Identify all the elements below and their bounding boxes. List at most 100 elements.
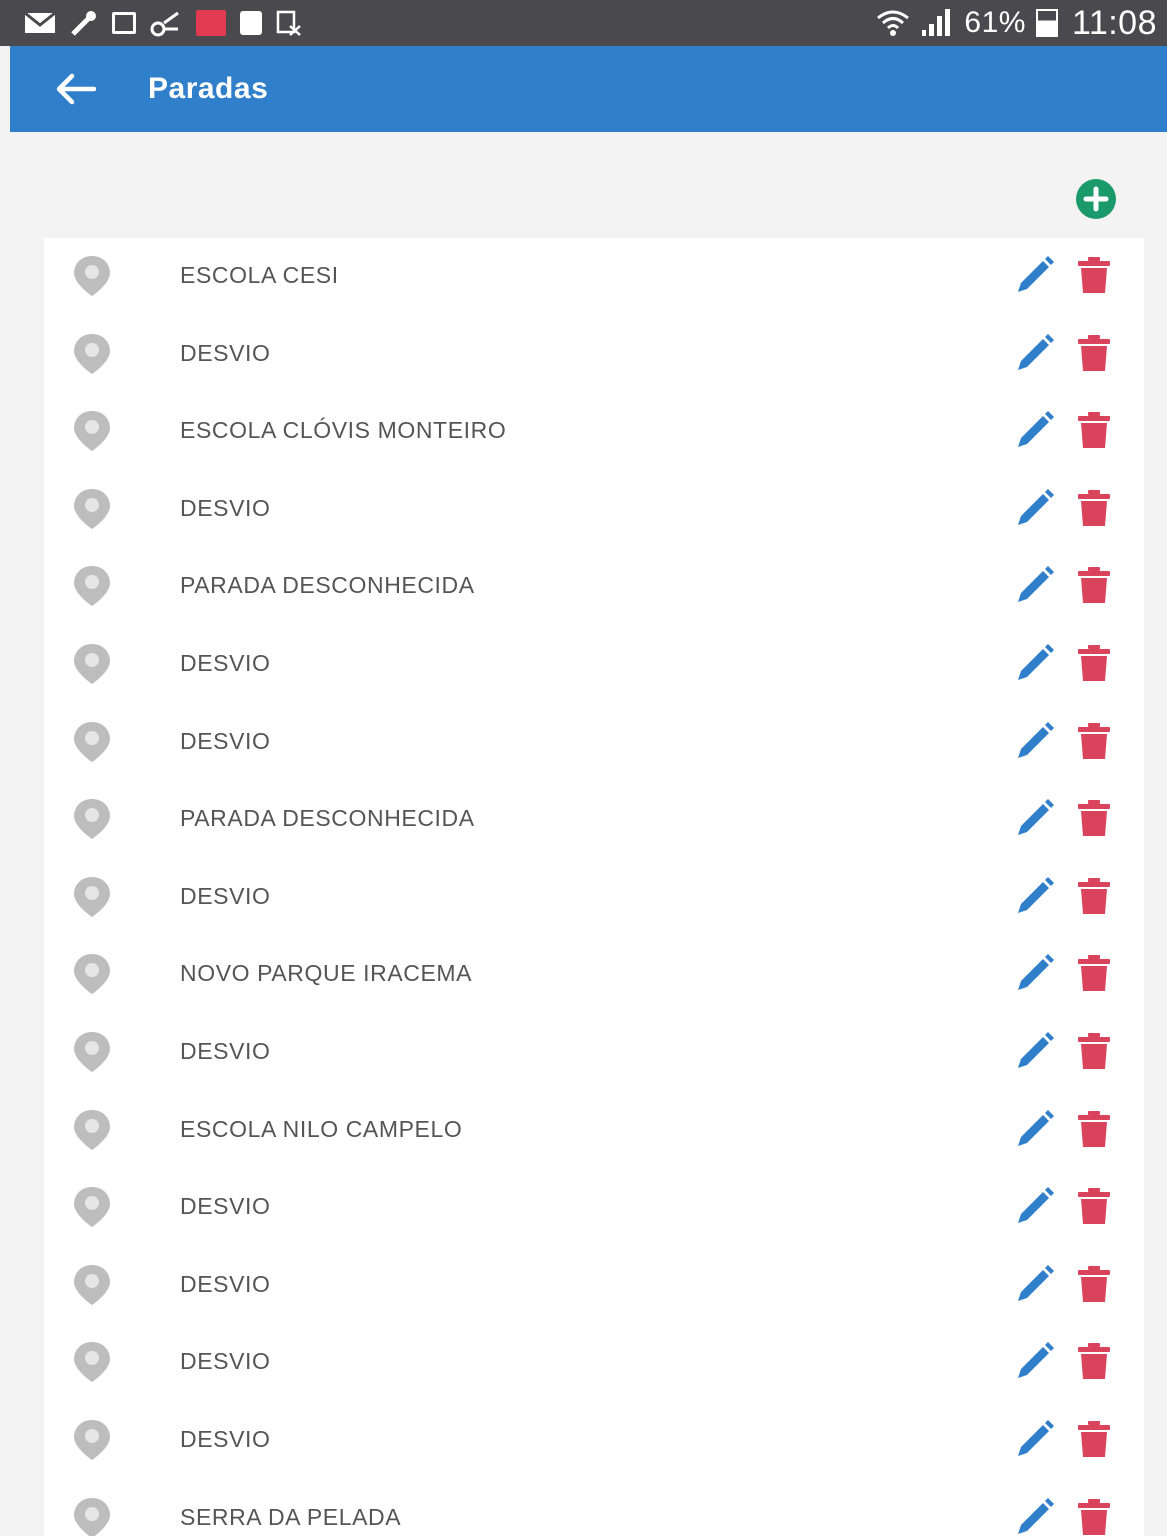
- delete-button[interactable]: [1076, 877, 1112, 915]
- map-pin-icon: [74, 876, 110, 917]
- edit-button[interactable]: [1012, 875, 1056, 919]
- delete-button[interactable]: [1076, 1110, 1112, 1148]
- delete-button[interactable]: [1076, 1420, 1112, 1458]
- edit-button[interactable]: [1012, 1185, 1056, 1229]
- map-pin-icon: [74, 1342, 110, 1383]
- stop-name: DESVIO: [180, 339, 271, 366]
- edit-button[interactable]: [1012, 254, 1056, 298]
- stop-row[interactable]: PARADA DESCONHECIDA: [44, 548, 1144, 625]
- delete-button[interactable]: [1076, 722, 1112, 760]
- edit-button[interactable]: [1012, 1418, 1056, 1462]
- stop-row[interactable]: NOVO PARQUE IRACEMA: [44, 936, 1144, 1013]
- edit-button[interactable]: [1012, 487, 1056, 531]
- map-pin-icon: [74, 256, 110, 296]
- map-pin-icon: [74, 488, 110, 529]
- stop-row[interactable]: SERRA DA PELADA: [44, 1480, 1144, 1536]
- edit-button[interactable]: [1012, 797, 1056, 841]
- delete-button[interactable]: [1076, 799, 1112, 837]
- edit-button[interactable]: [1012, 952, 1056, 996]
- stop-name: DESVIO: [180, 650, 271, 676]
- stop-row[interactable]: DESVIO: [44, 316, 1144, 393]
- map-pin-icon: [74, 721, 110, 762]
- stop-row[interactable]: DESVIO: [44, 1402, 1144, 1479]
- stop-row[interactable]: DESVIO: [44, 471, 1144, 548]
- edit-button[interactable]: [1012, 409, 1056, 453]
- stop-name: PARADA DESCONHECIDA: [180, 805, 475, 832]
- app-notification-icon: [196, 10, 226, 36]
- stop-row[interactable]: DESVIO: [44, 859, 1144, 936]
- trash-icon: [1078, 257, 1110, 293]
- battery-percent: 61%: [964, 6, 1026, 39]
- stop-name: NOVO PARQUE IRACEMA: [180, 960, 473, 987]
- delete-button[interactable]: [1076, 334, 1112, 372]
- stop-row[interactable]: PARADA DESCONHECIDA: [44, 781, 1144, 858]
- stop-name: ESCOLA CLÓVIS MONTEIRO: [180, 417, 507, 444]
- trash-icon: [1078, 334, 1110, 371]
- delete-button[interactable]: [1076, 489, 1112, 527]
- prescription-icon: [276, 10, 301, 36]
- map-pin-icon: [74, 1109, 110, 1150]
- plus-circle-icon: [1076, 179, 1116, 219]
- stop-name: ESCOLA CESI: [180, 262, 339, 288]
- trash-icon: [1078, 1343, 1110, 1380]
- back-button[interactable]: [46, 59, 106, 119]
- stop-name: SERRA DA PELADA: [180, 1503, 402, 1530]
- stop-name: DESVIO: [180, 1193, 271, 1220]
- map-pin-icon: [74, 1264, 110, 1305]
- delete-button[interactable]: [1076, 256, 1112, 294]
- edit-button[interactable]: [1012, 1263, 1056, 1307]
- clock: 11:08: [1071, 3, 1157, 42]
- edit-button[interactable]: [1012, 1496, 1056, 1536]
- trash-icon: [1078, 645, 1110, 681]
- stop-row[interactable]: DESVIO: [44, 1247, 1144, 1324]
- stop-row[interactable]: DESVIO: [44, 626, 1144, 703]
- delete-button[interactable]: [1076, 411, 1112, 449]
- stop-row[interactable]: ESCOLA NILO CAMPELO: [44, 1092, 1144, 1169]
- map-pin-icon: [74, 799, 110, 840]
- stop-name: DESVIO: [180, 1348, 271, 1375]
- notification-icons: [24, 9, 316, 37]
- stop-row[interactable]: ESCOLA CLÓVIS MONTEIRO: [44, 393, 1144, 470]
- stop-row[interactable]: DESVIO: [44, 704, 1144, 781]
- trash-icon: [1078, 955, 1110, 992]
- tools-icon: [71, 11, 96, 36]
- pencil-icon: [1018, 566, 1054, 603]
- delete-button[interactable]: [1076, 1265, 1112, 1303]
- pencil-icon: [1018, 1032, 1054, 1068]
- stop-row[interactable]: DESVIO: [44, 1169, 1144, 1246]
- trash-icon: [1078, 567, 1110, 604]
- delete-button[interactable]: [1076, 1498, 1112, 1536]
- delete-button[interactable]: [1076, 1342, 1112, 1380]
- add-stop-button[interactable]: [1075, 178, 1117, 220]
- edit-button[interactable]: [1012, 1030, 1056, 1074]
- edit-button[interactable]: [1012, 642, 1056, 686]
- pencil-icon: [1018, 799, 1054, 836]
- trash-icon: [1078, 877, 1110, 914]
- delete-button[interactable]: [1076, 644, 1112, 682]
- stop-row[interactable]: DESVIO: [44, 1324, 1144, 1401]
- delete-button[interactable]: [1076, 566, 1112, 604]
- stop-name: DESVIO: [180, 1038, 271, 1064]
- edit-button[interactable]: [1012, 1340, 1056, 1384]
- stop-row[interactable]: DESVIO: [44, 1014, 1144, 1091]
- delete-button[interactable]: [1076, 954, 1112, 992]
- edit-button[interactable]: [1012, 1108, 1056, 1152]
- page-title: Paradas: [148, 72, 269, 105]
- stop-row[interactable]: ESCOLA CESI: [44, 238, 1144, 315]
- document-icon: [240, 11, 262, 35]
- battery-icon: [1035, 9, 1058, 37]
- pencil-icon: [1018, 644, 1054, 680]
- stop-name: DESVIO: [180, 882, 271, 909]
- trash-icon: [1078, 1110, 1110, 1147]
- delete-button[interactable]: [1076, 1032, 1112, 1070]
- wifi-icon: [877, 10, 910, 36]
- stop-name: PARADA DESCONHECIDA: [180, 572, 475, 599]
- edit-button[interactable]: [1012, 564, 1056, 608]
- stop-name: DESVIO: [180, 1270, 271, 1297]
- trash-icon: [1078, 1498, 1110, 1535]
- edit-button[interactable]: [1012, 332, 1056, 376]
- screen: 61% 11:08 Paradas ESCOLA CESI DESVIO ESCOL…: [0, 0, 1167, 1536]
- edit-button[interactable]: [1012, 720, 1056, 764]
- pencil-icon: [1018, 411, 1054, 448]
- delete-button[interactable]: [1076, 1187, 1112, 1225]
